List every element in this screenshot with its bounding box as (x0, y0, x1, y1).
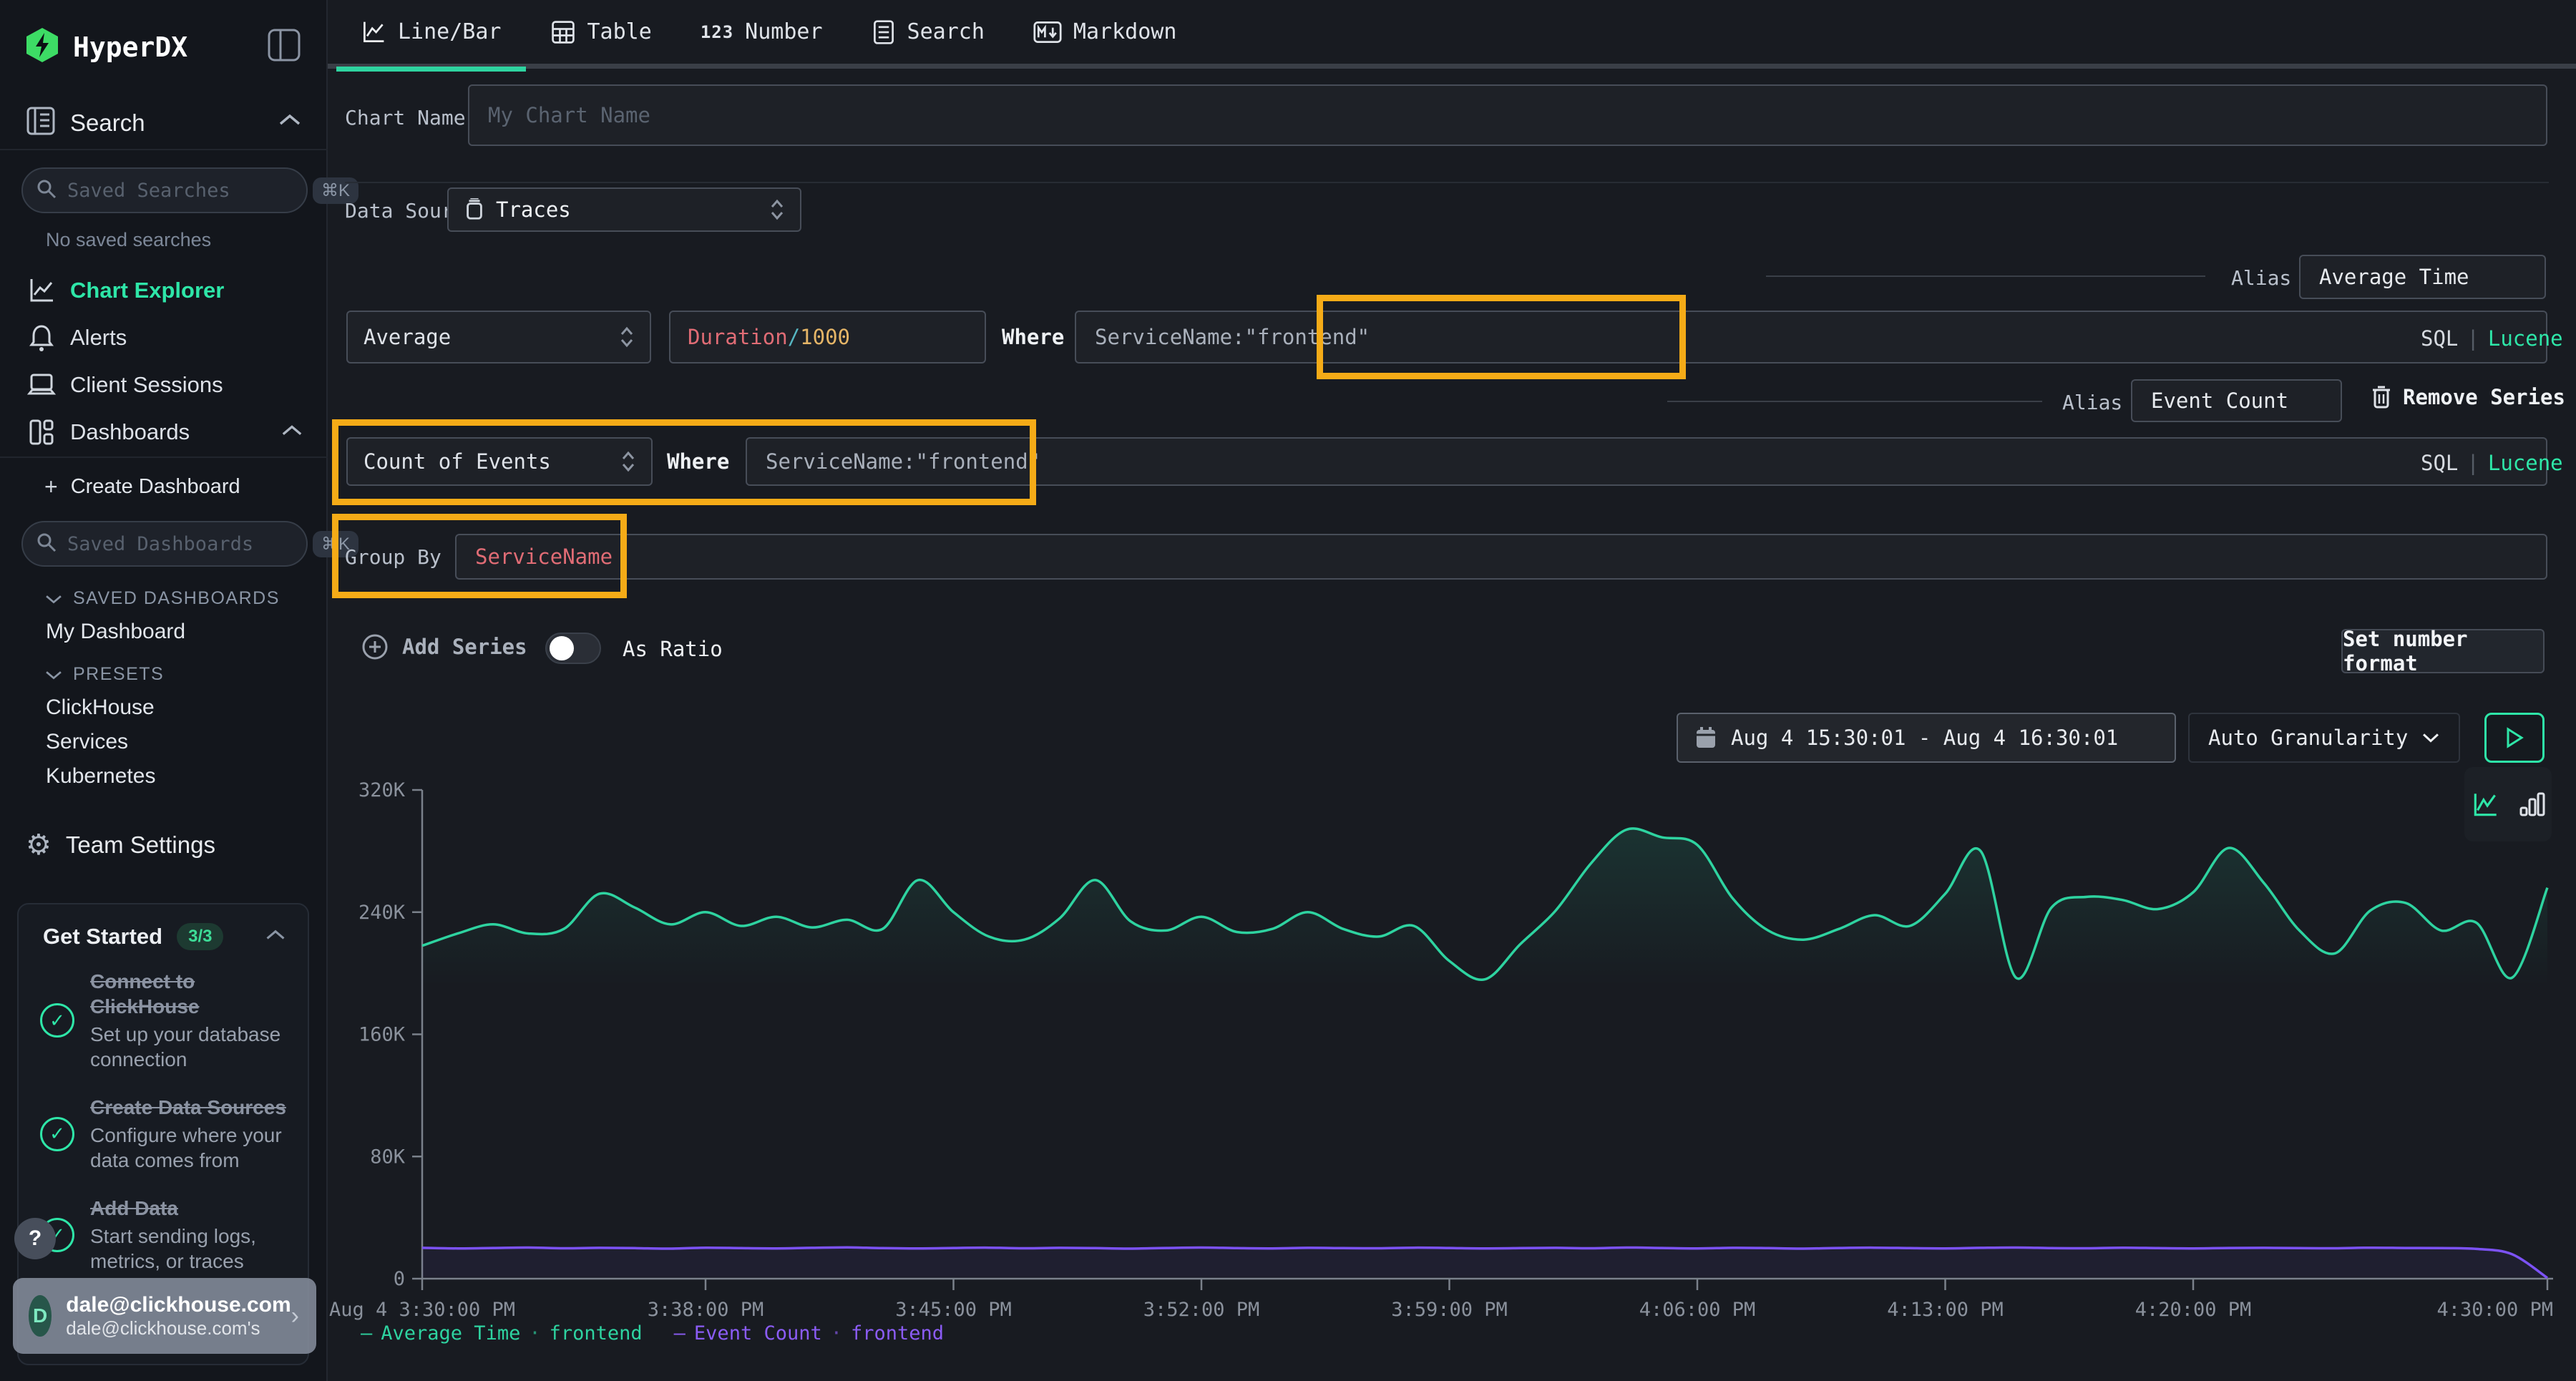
user-email: dale@clickhouse.com (66, 1293, 291, 1317)
svg-text:4:30:00 PM: 4:30:00 PM (2436, 1299, 2553, 1321)
svg-text:3:59:00 PM: 3:59:00 PM (1391, 1299, 1508, 1321)
svg-text:240K: 240K (358, 902, 406, 924)
svg-text:320K: 320K (358, 779, 406, 801)
help-button[interactable]: ? (14, 1218, 56, 1259)
user-menu[interactable]: D dale@clickhouse.com dale@clickhouse.co… (13, 1278, 316, 1354)
chevron-right-icon: › (291, 1302, 299, 1330)
svg-text:0: 0 (394, 1268, 405, 1290)
avatar: D (29, 1295, 52, 1337)
svg-text:160K: 160K (358, 1024, 406, 1046)
app-window: HyperDX Search ⌘K No saved searches (0, 0, 2576, 1381)
svg-text:80K: 80K (370, 1146, 406, 1168)
timeseries-chart[interactable]: 0 80K 160K 240K 320K Aug 4 3:30:00 PM 3:38:00 … (0, 0, 2576, 1381)
svg-text:3:38:00 PM: 3:38:00 PM (648, 1299, 764, 1321)
svg-text:Aug 4 3:30:00 PM: Aug 4 3:30:00 PM (329, 1299, 515, 1321)
user-org: dale@clickhouse.com's (66, 1317, 291, 1339)
svg-text:4:13:00 PM: 4:13:00 PM (1887, 1299, 2004, 1321)
svg-text:3:52:00 PM: 3:52:00 PM (1143, 1299, 1260, 1321)
svg-text:4:06:00 PM: 4:06:00 PM (1639, 1299, 1756, 1321)
svg-text:3:45:00 PM: 3:45:00 PM (895, 1299, 1012, 1321)
svg-text:4:20:00 PM: 4:20:00 PM (2135, 1299, 2252, 1321)
